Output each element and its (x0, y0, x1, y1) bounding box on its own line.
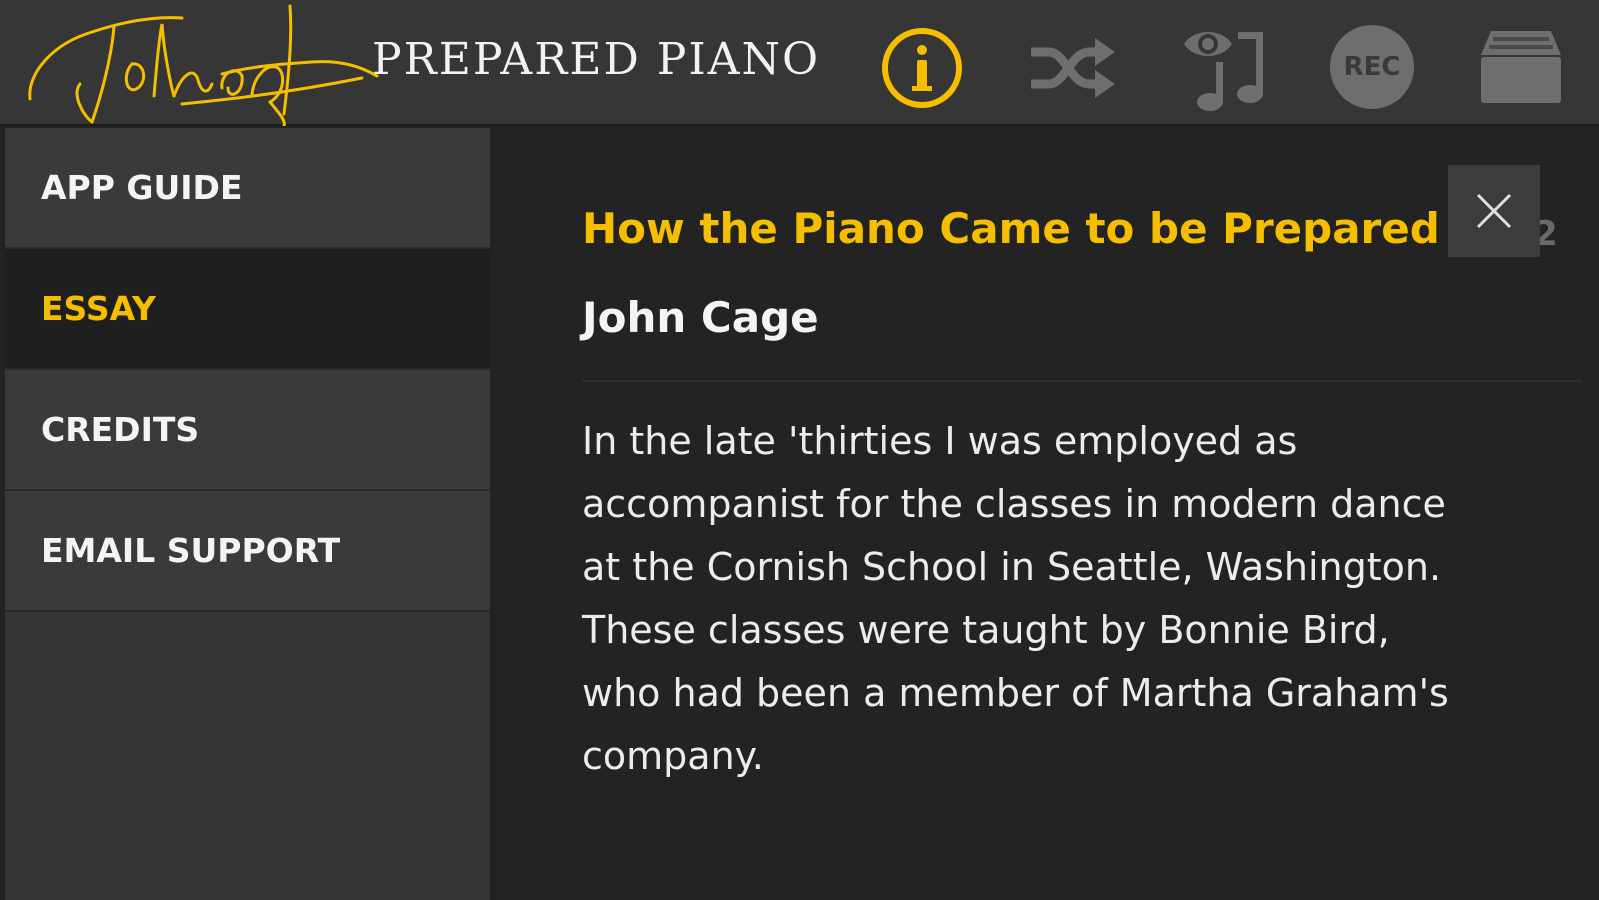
close-icon (1476, 193, 1512, 229)
preview-music-button[interactable] (1180, 20, 1276, 114)
app-title: PREPARED PIANO (372, 34, 821, 85)
essay-author: John Cage (582, 293, 819, 342)
record-icon: REC (1330, 25, 1414, 109)
record-button[interactable]: REC (1330, 25, 1414, 109)
preview-music-icon (1184, 32, 1263, 111)
sidebar-item-credits[interactable]: CREDITS (5, 370, 490, 491)
sidebar-item-app-guide[interactable]: APP GUIDE (5, 128, 490, 249)
info-icon (882, 28, 962, 108)
essay-panel: 2 How the Piano Came to be Prepared John… (490, 128, 1599, 900)
library-box-button[interactable] (1476, 26, 1566, 106)
sidebar-menu: APP GUIDE ESSAY CREDITS EMAIL SUPPORT (5, 128, 490, 900)
close-button[interactable] (1448, 165, 1540, 257)
top-bar: PREPARED PIANO REC (0, 0, 1599, 126)
divider (582, 380, 1582, 382)
sidebar-item-essay[interactable]: ESSAY (5, 249, 490, 370)
essay-title: How the Piano Came to be Prepared (582, 204, 1440, 253)
box-icon (1481, 31, 1561, 103)
shuffle-icon (1031, 38, 1115, 98)
sidebar-item-email-support[interactable]: EMAIL SUPPORT (5, 491, 490, 612)
essay-body: In the late 'thirties I was employed as … (582, 419, 1449, 778)
signature-logo (28, 4, 379, 126)
info-button[interactable] (878, 24, 966, 112)
shuffle-button[interactable] (1025, 24, 1121, 112)
